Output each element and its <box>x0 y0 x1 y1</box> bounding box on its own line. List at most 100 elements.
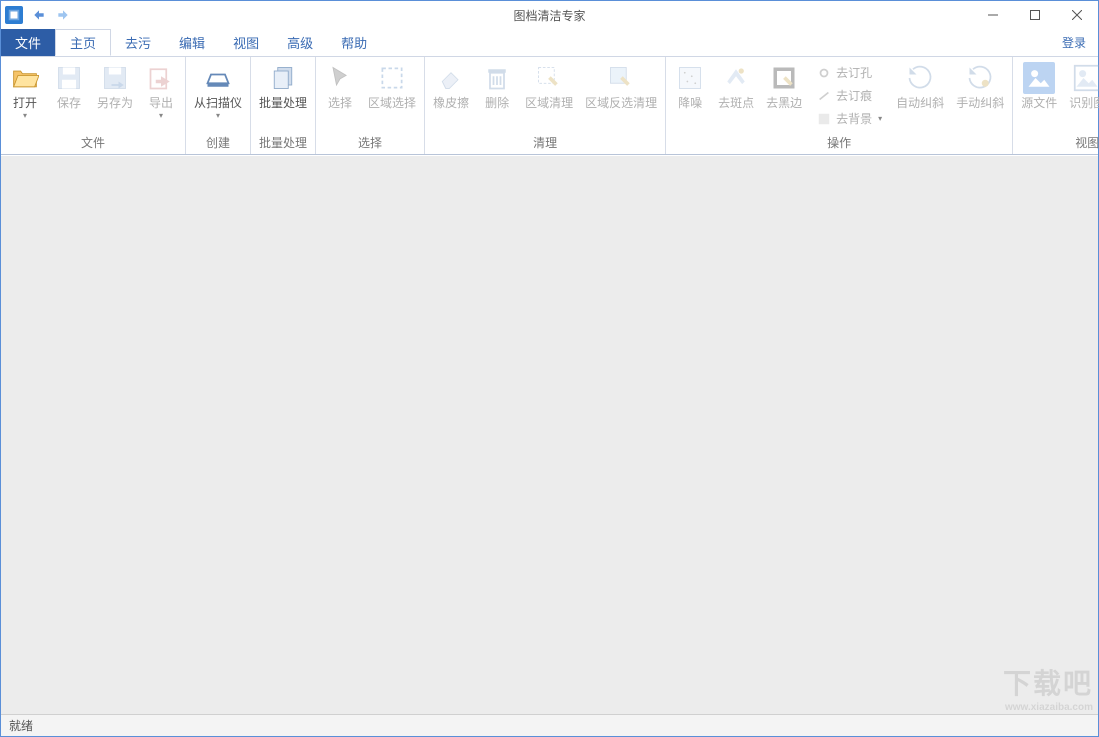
open-label: 打开 <box>13 96 37 112</box>
broom-inverse-icon <box>605 62 637 94</box>
marquee-icon <box>376 62 408 94</box>
area-select-button: 区域选择 <box>362 60 422 114</box>
small-ops-column: 去订孔 去订痕 去背景▾ <box>808 60 890 131</box>
eraser-icon <box>435 62 467 94</box>
debg-label: 去背景 <box>836 110 872 127</box>
open-button[interactable]: 打开 ▾ <box>3 60 47 122</box>
despeckle-button: 去斑点 <box>712 60 760 114</box>
area-clean-label: 区域清理 <box>525 96 573 112</box>
select-button: 选择 <box>318 60 362 114</box>
recognize-image-icon <box>1071 62 1099 94</box>
saveas-label: 另存为 <box>97 96 133 112</box>
window-title: 图档清洁专家 <box>513 7 585 24</box>
eraser-label: 橡皮擦 <box>433 96 469 112</box>
saveas-icon <box>99 62 131 94</box>
delete-button: 删除 <box>475 60 519 114</box>
tab-home[interactable]: 主页 <box>55 29 111 56</box>
group-select-label: 选择 <box>318 132 422 154</box>
batch-icon <box>267 62 299 94</box>
deblack-label: 去黑边 <box>766 96 802 112</box>
autoskew-icon <box>904 62 936 94</box>
dropdown-icon: ▾ <box>216 112 220 120</box>
quick-access-toolbar <box>31 7 71 23</box>
saveas-button: 另存为 <box>91 60 139 114</box>
scanner-label: 从扫描仪 <box>194 96 242 112</box>
area-clean-button: 区域清理 <box>519 60 579 114</box>
deblack-button: 去黑边 <box>760 60 808 114</box>
despeckle-label: 去斑点 <box>718 96 754 112</box>
tab-view[interactable]: 视图 <box>219 29 273 56</box>
group-clean: 橡皮擦 删除 区域清理 区域反选清理 清理 <box>425 57 666 154</box>
autoskew-label: 自动纠斜 <box>896 96 944 112</box>
denoise-label: 降噪 <box>678 96 702 112</box>
debg-button: 去背景▾ <box>812 108 886 129</box>
scanner-icon <box>202 62 234 94</box>
eraser-button: 橡皮擦 <box>427 60 475 114</box>
cursor-icon <box>324 62 356 94</box>
despeckle-icon <box>720 62 752 94</box>
group-file-label: 文件 <box>3 132 183 154</box>
dehole-icon <box>816 65 832 81</box>
maximize-button[interactable] <box>1014 1 1056 29</box>
recognize-view-button: 识别图 <box>1063 60 1099 114</box>
area-select-label: 区域选择 <box>368 96 416 112</box>
select-label: 选择 <box>328 96 352 112</box>
minimize-button[interactable] <box>972 1 1014 29</box>
inverse-clean-button: 区域反选清理 <box>579 60 663 114</box>
broom-area-icon <box>533 62 565 94</box>
debg-icon <box>816 111 832 127</box>
export-icon <box>145 62 177 94</box>
source-label: 源文件 <box>1021 96 1057 112</box>
manualskew-icon <box>964 62 996 94</box>
tab-advanced[interactable]: 高级 <box>273 29 327 56</box>
group-view-label: 视图 <box>1015 132 1099 154</box>
destaple-label: 去订痕 <box>836 87 872 104</box>
deblack-icon <box>768 62 800 94</box>
redo-button[interactable] <box>55 7 71 23</box>
login-link[interactable]: 登录 <box>1050 29 1098 56</box>
delete-label: 删除 <box>485 96 509 112</box>
denoise-icon <box>674 62 706 94</box>
save-label: 保存 <box>57 96 81 112</box>
group-operate: 降噪 去斑点 去黑边 去订孔 去订痕 去背景▾ 自动纠斜 手动纠斜 <box>666 57 1013 154</box>
manualskew-label: 手动纠斜 <box>956 96 1004 112</box>
export-button: 导出 ▾ <box>139 60 183 122</box>
group-view: 源文件 识别图 结果图 视图 <box>1013 57 1099 154</box>
tab-decontaminate[interactable]: 去污 <box>111 29 165 56</box>
trash-icon <box>481 62 513 94</box>
status-text: 就绪 <box>9 717 33 734</box>
autoskew-button: 自动纠斜 <box>890 60 950 114</box>
ribbon: 打开 ▾ 保存 另存为 导出 ▾ 文件 从扫描仪 ▾ <box>1 57 1098 155</box>
inverse-clean-label: 区域反选清理 <box>585 96 657 112</box>
tab-help[interactable]: 帮助 <box>327 29 381 56</box>
denoise-button: 降噪 <box>668 60 712 114</box>
tab-edit[interactable]: 编辑 <box>165 29 219 56</box>
dropdown-icon: ▾ <box>159 112 163 120</box>
undo-button[interactable] <box>31 7 47 23</box>
app-icon <box>5 6 23 24</box>
dehole-label: 去订孔 <box>836 64 872 81</box>
source-view-button: 源文件 <box>1015 60 1063 114</box>
group-clean-label: 清理 <box>427 132 663 154</box>
close-button[interactable] <box>1056 1 1098 29</box>
folder-open-icon <box>9 62 41 94</box>
source-image-icon <box>1023 62 1055 94</box>
export-label: 导出 <box>149 96 173 112</box>
window-controls <box>972 1 1098 29</box>
batch-button[interactable]: 批量处理 <box>253 60 313 114</box>
group-create: 从扫描仪 ▾ 创建 <box>186 57 251 154</box>
group-batch: 批量处理 批量处理 <box>251 57 316 154</box>
group-batch-label: 批量处理 <box>253 132 313 154</box>
manualskew-button: 手动纠斜 <box>950 60 1010 114</box>
save-button: 保存 <box>47 60 91 114</box>
scanner-button[interactable]: 从扫描仪 ▾ <box>188 60 248 122</box>
save-icon <box>53 62 85 94</box>
destaple-icon <box>816 88 832 104</box>
batch-label: 批量处理 <box>259 96 307 112</box>
group-operate-label: 操作 <box>668 132 1010 154</box>
group-file: 打开 ▾ 保存 另存为 导出 ▾ 文件 <box>1 57 186 154</box>
destaple-button: 去订痕 <box>812 85 886 106</box>
group-select: 选择 区域选择 选择 <box>316 57 425 154</box>
tab-file[interactable]: 文件 <box>1 29 55 56</box>
title-bar: 图档清洁专家 <box>1 1 1098 29</box>
